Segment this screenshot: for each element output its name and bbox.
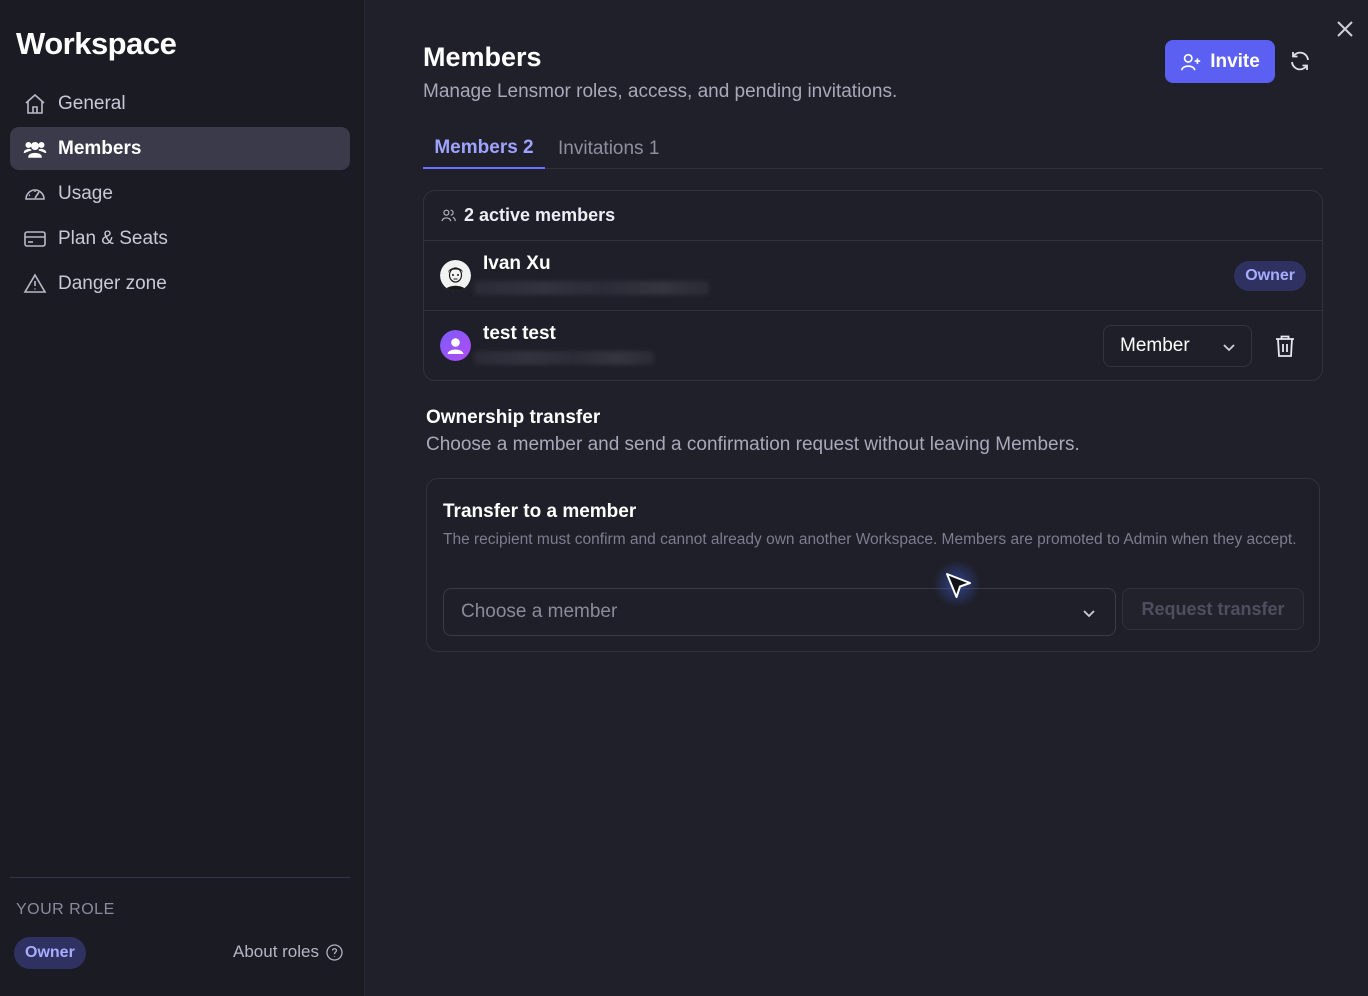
credit-card-icon (22, 226, 48, 252)
members-card: 2 active members Ivan Xu Owner test test… (423, 190, 1323, 381)
remove-member-button[interactable] (1274, 334, 1296, 358)
role-badge: Owner (14, 937, 86, 969)
sidebar-item-danger-zone[interactable]: Danger zone (10, 262, 350, 305)
sidebar-item-label: General (58, 92, 126, 114)
sidebar-item-label: Danger zone (58, 272, 167, 294)
sidebar-item-usage[interactable]: Usage (10, 172, 350, 215)
trash-icon (1276, 335, 1294, 357)
sidebar: Workspace General Members Usage Plan & S… (0, 0, 365, 996)
home-icon (22, 91, 48, 117)
invite-label: Invite (1210, 50, 1260, 72)
member-role-select[interactable]: Member (1103, 325, 1252, 367)
about-roles-label: About roles (233, 942, 319, 961)
members-card-header: 2 active members (424, 191, 1322, 241)
sidebar-item-label: Plan & Seats (58, 227, 168, 249)
ownership-transfer-subtitle: Choose a member and send a confirmation … (426, 434, 1080, 455)
users-icon (22, 136, 48, 162)
tab-invitations[interactable]: Invitations 1 (558, 128, 659, 169)
sidebar-nav: General Members Usage Plan & Seats Dange… (10, 82, 350, 307)
transfer-card: Transfer to a member The recipient must … (426, 478, 1320, 652)
member-email-redacted (474, 281, 709, 295)
page-subtitle: Manage Lensmor roles, access, and pendin… (423, 81, 898, 102)
refresh-button[interactable] (1288, 49, 1314, 75)
page-title: Members (423, 42, 542, 72)
table-row: Ivan Xu Owner (424, 241, 1322, 311)
invite-button[interactable]: Invite (1165, 40, 1275, 83)
tab-members[interactable]: Members 2 (423, 128, 545, 169)
tabs: Members 2 Invitations 1 (423, 128, 1323, 169)
avatar (440, 330, 471, 361)
sidebar-divider (10, 877, 350, 878)
about-roles-link[interactable]: About roles (233, 942, 344, 962)
workspace-title: Workspace (16, 26, 177, 61)
mouse-cursor-icon (933, 560, 981, 608)
member-name: Ivan Xu (483, 253, 551, 274)
help-circle-icon (326, 943, 343, 961)
member-email-redacted (474, 351, 654, 365)
table-row: test test Member (424, 311, 1322, 381)
transfer-card-title: Transfer to a member (443, 501, 637, 522)
member-name: test test (483, 323, 556, 344)
chevron-down-icon (1223, 344, 1235, 352)
sidebar-item-general[interactable]: General (10, 82, 350, 125)
chevron-down-icon (1083, 610, 1095, 618)
avatar (440, 260, 471, 291)
request-transfer-button[interactable]: Request transfer (1122, 588, 1304, 630)
sidebar-item-plan-seats[interactable]: Plan & Seats (10, 217, 350, 260)
sidebar-item-members[interactable]: Members (10, 127, 350, 170)
ownership-transfer-title: Ownership transfer (426, 407, 601, 428)
owner-badge: Owner (1234, 261, 1306, 291)
close-icon (1337, 21, 1353, 37)
refresh-icon (1291, 51, 1309, 71)
close-button[interactable] (1334, 18, 1356, 40)
sidebar-item-label: Members (58, 137, 142, 159)
active-members-count: 2 active members (464, 205, 616, 225)
sidebar-item-label: Usage (58, 182, 113, 204)
choose-member-select[interactable]: Choose a member (443, 588, 1116, 636)
users-icon (441, 209, 456, 222)
choose-member-placeholder: Choose a member (461, 601, 618, 622)
member-role-value: Member (1120, 335, 1190, 356)
user-plus-icon (1181, 53, 1201, 70)
gauge-icon (22, 181, 48, 207)
transfer-card-description: The recipient must confirm and cannot al… (443, 531, 1297, 548)
your-role-label: YOUR ROLE (16, 901, 115, 918)
warning-icon (22, 271, 48, 297)
